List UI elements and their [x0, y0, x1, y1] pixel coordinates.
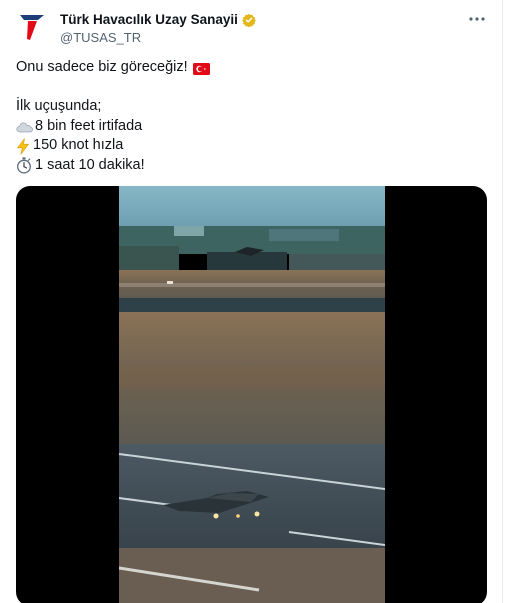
first-flight-text: İlk uçuşunda;: [16, 98, 102, 115]
column-border: [502, 0, 503, 603]
tweet-line-altitude: 8 bin feet irtifada: [16, 117, 486, 137]
stopwatch-icon: [16, 157, 32, 174]
author-handle[interactable]: @TUSAS_TR: [60, 30, 256, 45]
tweet-line-first-flight: İlk uçuşunda;: [16, 97, 486, 117]
tweet-text: Onu sadece biz göreceğiz! İlk uçuşunda; …: [16, 58, 486, 176]
tweet-line-speed: 150 knot hızla: [16, 136, 486, 156]
author-identity: Türk Havacılık Uzay Sanayii @TUSAS_TR: [60, 11, 256, 45]
lightning-bolt-icon: [16, 137, 30, 155]
speed-text: 150 knot hızla: [33, 137, 124, 154]
video-frame[interactable]: [119, 186, 385, 603]
tweet-header: Türk Havacılık Uzay Sanayii @TUSAS_TR: [16, 10, 492, 46]
altitude-text: 8 bin feet irtifada: [35, 117, 143, 134]
intro-text: Onu sadece biz göreceğiz!: [16, 59, 188, 75]
tweet-card[interactable]: Türk Havacılık Uzay Sanayii @TUSAS_TR On…: [0, 0, 502, 603]
tweet-line-duration: 1 saat 10 dakika!: [16, 156, 486, 176]
video-player[interactable]: [16, 186, 487, 603]
author-display-name[interactable]: Türk Havacılık Uzay Sanayii: [60, 12, 238, 27]
tweet-line-intro: Onu sadece biz göreceğiz!: [16, 58, 486, 78]
more-options-icon[interactable]: [468, 12, 486, 26]
tusas-logo-icon[interactable]: [16, 10, 48, 42]
gold-verified-badge-icon[interactable]: [242, 13, 256, 27]
cloud-icon: [16, 120, 33, 133]
turkey-flag-icon: [192, 62, 210, 75]
duration-text: 1 saat 10 dakika!: [35, 156, 145, 173]
